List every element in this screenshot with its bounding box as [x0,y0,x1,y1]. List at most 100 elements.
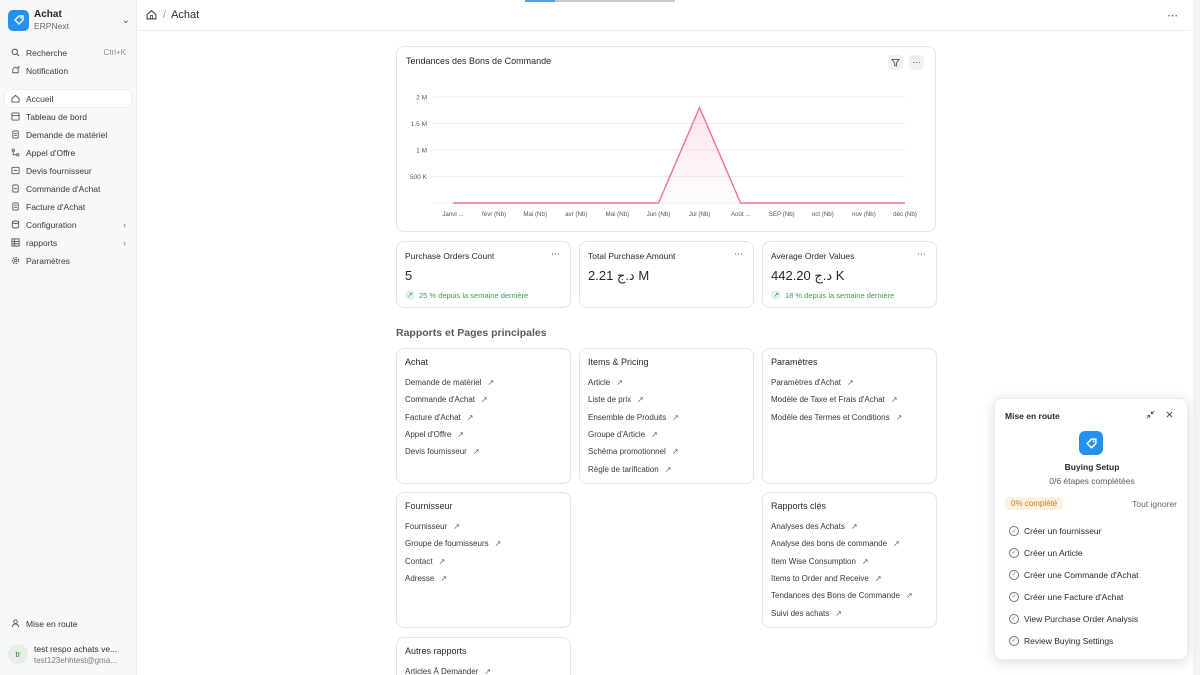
app-subtitle: ERPNext [34,20,69,31]
onboarding-step[interactable]: ✓ Review Buying Settings [1009,635,1113,646]
sidebar-item-configuration[interactable]: Configuration › [5,216,131,233]
link-modele-de-taxe-et-frais-d-achat[interactable]: Modèle de Taxe et Frais d'Achat ↗ [771,395,898,404]
onboarding-step[interactable]: ✓ Créer une Commande d'Achat [1009,569,1139,580]
bell-icon [10,66,20,76]
sidebar-item-tableau-de-bord[interactable]: Tableau de bord [5,108,131,125]
sidebar-item-label: rapports [26,237,58,248]
arrow-up-right-icon: ↗ [895,412,903,422]
arrow-up-right-icon: ↗ [672,412,679,422]
search-icon [10,48,20,58]
link-label: Paramètres d'Achat [771,378,842,387]
search-label: Recherche [26,47,68,58]
link-articles-a-demander[interactable]: Articles À Demander ↗ [405,667,491,675]
onboarding-button[interactable]: Mise en route [5,615,131,632]
kpi-more-icon[interactable]: ⋯ [734,249,744,260]
onboarding-panel: Mise en route Buying Setup 0/6 étapes co… [994,398,1188,660]
document-icon [10,130,20,140]
check-circle-icon: ✓ [1009,569,1019,580]
top-bar: / Achat ⋯ [138,0,1191,31]
link-analyse-des-bons-de-commande[interactable]: Analyse des bons de commande ↗ [771,539,900,548]
link-label: Règle de tarification [588,464,659,474]
arrow-up-right-icon: ↗ [651,429,658,439]
onboarding-step[interactable]: ✓ Créer une Facture d'Achat [1009,591,1123,602]
minimize-icon[interactable] [1146,410,1155,421]
avatar: tr [8,644,28,664]
x-tick-label: févr (Nb) [482,211,506,218]
link-items-to-order-and-receive[interactable]: Items to Order and Receive ↗ [771,574,882,583]
link-suivi-des-achats[interactable]: Suivi des achats ↗ [771,609,842,618]
link-facture-d-achat[interactable]: Facture d'Achat ↗ [405,413,473,422]
link-card-title: Autres rapports [405,646,467,656]
link-adresse[interactable]: Adresse ↗ [405,574,447,583]
kpi-more-icon[interactable]: ⋯ [917,249,927,260]
sidebar-item-commande-dachat[interactable]: Commande d'Achat [5,180,131,197]
link-modele-des-termes-et-conditions[interactable]: Modèle des Termes et Conditions ↗ [771,413,902,422]
x-tick-label: nov (Nb) [852,211,876,218]
chevron-right-icon: › [123,237,126,248]
steps-done: 0/6 étapes complétées [1049,476,1135,486]
link-contact[interactable]: Contact ↗ [405,557,445,566]
link-ensemble-de-produits[interactable]: Ensemble de Produits ↗ [588,413,679,422]
sidebar-item-facture-dachat[interactable]: Facture d'Achat [5,198,131,215]
user-menu[interactable]: tr test respo achats ve... test123ehhtes… [8,641,132,667]
sidebar-item-label: Accueil [26,93,54,104]
check-circle-icon: ✓ [1009,526,1019,536]
link-commande-d-achat[interactable]: Commande d'Achat ↗ [405,395,488,404]
link-label: Appel d'Offre [405,429,452,439]
home-icon[interactable] [146,9,158,21]
app-switcher[interactable]: Achat ERPNext ⌄ [8,7,130,33]
link-label: Analyses des Achats [771,522,845,531]
onboarding-step[interactable]: ✓ View Purchase Order Analysis [1009,613,1138,624]
trend-up-icon: ↗ [405,290,415,300]
close-icon[interactable] [1165,410,1174,421]
sidebar-item-label: Paramètres [26,255,70,266]
sidebar-item-appel-doffre[interactable]: Appel d'Offre [5,144,131,161]
arrow-up-right-icon: ↗ [847,378,854,387]
onboarding-step[interactable]: ✓ Créer un Article [1009,547,1083,558]
onboarding-step[interactable]: ✓ Créer un fournisseur [1009,526,1101,536]
link-label: Suivi des achats [771,608,830,618]
sidebar-item-rapports[interactable]: rapports › [5,234,131,251]
link-devis-fournisseur[interactable]: Devis fournisseur ↗ [405,447,480,456]
sidebar-item-label: Configuration [26,219,77,230]
link-groupe-de-fournisseurs[interactable]: Groupe de fournisseurs ↗ [405,539,501,548]
arrow-up-right-icon: ↗ [861,556,869,566]
link-groupe-d-article[interactable]: Groupe d'Article ↗ [588,430,658,439]
check-circle-icon: ✓ [1009,613,1019,624]
progress-badge: 0% complété [1005,497,1064,510]
link-parametres-d-achat[interactable]: Paramètres d'Achat ↗ [771,378,854,387]
sidebar-item-devis-fournisseur[interactable]: Devis fournisseur [5,162,131,179]
onboarding-step-label: Créer une Commande d'Achat [1024,569,1139,580]
sidebar-item-accueil[interactable]: Accueil [5,90,131,107]
notification-button[interactable]: Notification [5,62,131,79]
x-tick-label: Mai (Nb) [523,211,547,218]
breadcrumb[interactable]: Achat [171,9,199,21]
kpi-more-icon[interactable]: ⋯ [551,249,561,260]
x-tick-label: Mai (Nb) [605,211,629,218]
arrow-up-right-icon: ↗ [671,447,679,457]
kpi-value: 2.21 د.ج M [588,268,650,283]
x-tick-label: Jun (Nb) [647,211,671,218]
sidebar-item-demande-de-materiel[interactable]: Demande de matériel [5,126,131,143]
sidebar-item-parametres[interactable]: Paramètres [5,252,131,269]
sidebar-item-label: Demande de matériel [26,129,108,140]
link-article[interactable]: Article ↗ [588,378,623,387]
more-options-icon[interactable]: ⋯ [1167,9,1179,22]
link-fournisseur[interactable]: Fournisseur ↗ [405,522,460,531]
link-demande-de-materiel[interactable]: Demande de matériel ↗ [405,378,494,387]
link-label: Fournisseur [405,522,448,531]
link-liste-de-prix[interactable]: Liste de prix ↗ [588,395,644,404]
link-item-wise-consumption[interactable]: Item Wise Consumption ↗ [771,557,869,566]
skip-all-button[interactable]: Tout ignorer [1132,499,1177,509]
link-regle-de-tarification[interactable]: Règle de tarification ↗ [588,465,671,474]
search-button[interactable]: Recherche Ctrl+K [5,44,131,61]
kpi-trend-text: 18 % depuis la semaine dernière [785,290,895,300]
link-appel-d-offre[interactable]: Appel d'Offre ↗ [405,430,464,439]
link-label: Devis fournisseur [405,447,467,457]
setup-name: Buying Setup [1064,462,1120,472]
link-schema-promotionnel[interactable]: Schéma promotionnel ↗ [588,447,679,456]
arrow-up-right-icon: ↗ [472,447,480,457]
scrollbar[interactable] [1193,0,1200,675]
link-analyses-des-achats[interactable]: Analyses des Achats ↗ [771,522,858,531]
link-tendances-des-bons-de-commande[interactable]: Tendances des Bons de Commande ↗ [771,591,913,600]
